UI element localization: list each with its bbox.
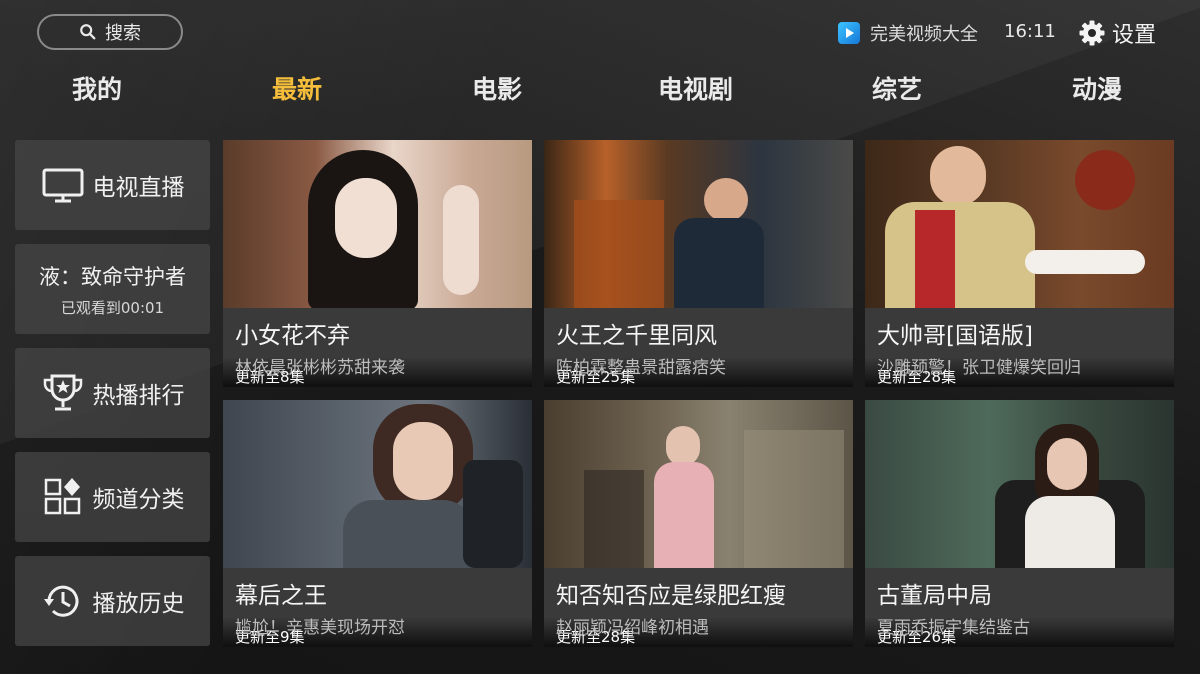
search-button[interactable]: 搜索 — [37, 14, 183, 50]
video-card[interactable]: 更新至25集 火王之千里同风 陈柏霖整蛊景甜露痞笑 — [544, 140, 853, 387]
video-title: 火王之千里同风 — [556, 323, 717, 349]
grid-icon — [44, 478, 80, 515]
sidebar-item-continue-watching[interactable]: 液：致命守护者 已观看到00:01 — [15, 244, 210, 334]
video-subtitle: 尴尬！辛惠美现场开怼 — [235, 618, 405, 638]
video-card[interactable]: 更新至9集 幕后之王 尴尬！辛惠美现场开怼 — [223, 400, 532, 647]
resume-progress: 已观看到00:01 — [60, 298, 165, 317]
video-card[interactable]: 更新至8集 小女花不弃 林依晨张彬彬苏甜来袭 — [223, 140, 532, 387]
sidebar-item-categories[interactable]: 频道分类 — [15, 452, 210, 542]
video-subtitle: 沙雕预警！张卫健爆笑回归 — [877, 358, 1081, 378]
sidebar-item-history[interactable]: 播放历史 — [15, 556, 210, 646]
search-icon — [80, 24, 96, 40]
video-thumbnail — [865, 400, 1174, 568]
gear-icon — [1079, 20, 1105, 46]
video-subtitle: 赵丽颖冯绍峰初相遇 — [556, 618, 709, 638]
tab-tv-series[interactable]: 电视剧 — [658, 70, 733, 104]
video-thumbnail — [544, 140, 853, 308]
tab-mine[interactable]: 我的 — [72, 70, 122, 104]
video-title: 大帅哥[国语版] — [877, 323, 1033, 349]
sidebar-label-categories: 频道分类 — [92, 487, 185, 513]
search-label: 搜索 — [105, 23, 141, 44]
video-title: 幕后之王 — [235, 583, 327, 609]
tab-movies[interactable]: 电影 — [472, 70, 522, 104]
video-subtitle: 陈柏霖整蛊景甜露痞笑 — [556, 358, 726, 378]
video-thumbnail — [544, 400, 853, 568]
tab-variety[interactable]: 综艺 — [872, 70, 922, 104]
tv-icon — [42, 168, 83, 203]
video-card[interactable]: 更新至28集 知否知否应是绿肥红瘦 赵丽颖冯绍峰初相遇 — [544, 400, 853, 647]
video-title: 古董局中局 — [877, 583, 992, 609]
sidebar-item-ranking[interactable]: 热播排行 — [15, 348, 210, 438]
video-title: 知否知否应是绿肥红瘦 — [556, 583, 786, 609]
trophy-icon — [43, 374, 82, 411]
settings-label: 设置 — [1112, 23, 1157, 48]
tab-latest[interactable]: 最新 — [272, 70, 322, 104]
sidebar-item-live-tv[interactable]: 电视直播 — [15, 140, 210, 230]
video-subtitle: 夏雨乔振宇集结鉴古 — [877, 618, 1030, 638]
video-thumbnail — [223, 140, 532, 308]
tab-anime[interactable]: 动漫 — [1072, 70, 1122, 104]
video-thumbnail — [223, 400, 532, 568]
video-title: 小女花不弃 — [235, 323, 350, 349]
clock: 16:11 — [1004, 21, 1056, 42]
video-thumbnail — [865, 140, 1174, 308]
sidebar-label-history: 播放历史 — [92, 591, 185, 617]
sidebar-label-live-tv: 电视直播 — [92, 175, 185, 201]
history-icon — [43, 585, 78, 617]
resume-title: 液：致命守护者 — [39, 264, 186, 289]
sidebar-label-ranking: 热播排行 — [92, 383, 185, 409]
settings-button[interactable]: 设置 — [1078, 15, 1156, 51]
app-logo-icon — [838, 22, 860, 44]
video-card[interactable]: 更新至28集 大帅哥[国语版] 沙雕预警！张卫健爆笑回归 — [865, 140, 1174, 387]
video-card[interactable]: 更新至26集 古董局中局 夏雨乔振宇集结鉴古 — [865, 400, 1174, 647]
video-subtitle: 林依晨张彬彬苏甜来袭 — [235, 358, 405, 378]
app-brand: 完美视频大全 — [838, 20, 978, 46]
app-name: 完美视频大全 — [870, 24, 978, 45]
